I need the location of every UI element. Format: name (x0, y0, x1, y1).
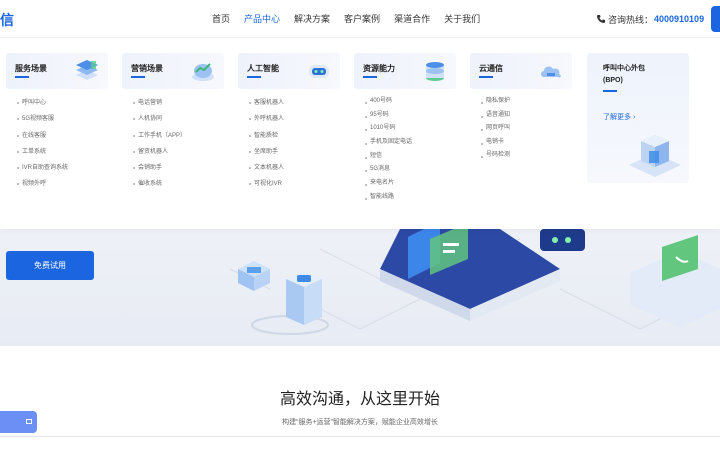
title-underline (603, 90, 617, 92)
database-icon (426, 62, 444, 81)
menu-item[interactable]: 号码检测 (470, 149, 572, 163)
menu-item[interactable]: 5G视频客服 (6, 111, 108, 127)
title-underline (15, 76, 29, 78)
title-underline (363, 76, 377, 78)
stacked-layers-icon (76, 60, 98, 80)
hotline: 咨询热线： 4000910109 (596, 0, 704, 38)
menu-column-ai: 人工智能 客服机器人 外呼机器人 智能质检 坐席助手 文本机器人 可视化IVR (238, 53, 340, 193)
title-underline (131, 76, 145, 78)
bpo-title-line2: (BPO) (603, 77, 623, 84)
menu-item[interactable]: 1010号码 (354, 122, 456, 136)
menu-item-list: 客服机器人 外呼机器人 智能质检 坐席助手 文本机器人 可视化IVR (238, 95, 340, 193)
hotline-number[interactable]: 4000910109 (654, 14, 704, 24)
chart-platform-icon (192, 63, 214, 81)
menu-item[interactable]: 语音通知 (470, 109, 572, 123)
menu-column-service: 服务场景 呼叫中心 5G视频客服 在线客服 工单系统 IVR自助查询系统 视频外… (6, 53, 108, 193)
menu-item[interactable]: 呼叫中心 (6, 95, 108, 111)
menu-column-header[interactable]: 服务场景 (6, 53, 108, 89)
menu-item[interactable]: 短信 (354, 150, 456, 164)
menu-item[interactable]: 人机协同 (122, 111, 224, 127)
menu-item[interactable]: 工作手机（APP） (122, 128, 224, 144)
page: 信 首页 产品中心 解决方案 客户案例 渠道合作 关于我们 咨询热线： 4000… (0, 0, 720, 450)
menu-item[interactable]: IVR自助查询系统 (6, 160, 108, 176)
chat-icon (26, 419, 32, 424)
menu-item[interactable]: 可视化IVR (238, 176, 340, 192)
menu-column-header[interactable]: 资源能力 (354, 53, 456, 89)
menu-item[interactable]: 在线客服 (6, 128, 108, 144)
menu-item[interactable]: 来电名片 (354, 177, 456, 191)
menu-item[interactable]: 智能质检 (238, 128, 340, 144)
cloud-icon (541, 66, 561, 78)
nav-partners[interactable]: 渠道合作 (394, 0, 430, 38)
hero-illustration (229, 229, 720, 335)
nav-about[interactable]: 关于我们 (444, 0, 480, 38)
menu-item[interactable]: 网页呼叫 (470, 122, 572, 136)
menu-column-marketing: 营销场景 电话营销 人机协同 工作手机（APP） 留资机器人 会销助手 催收系统 (122, 53, 224, 193)
menu-item[interactable]: 视频外呼 (6, 176, 108, 192)
menu-item-list: 隐私保护 语音通知 网页呼叫 电销卡 号码检测 (470, 95, 572, 163)
main-nav: 首页 产品中心 解决方案 客户案例 渠道合作 关于我们 (212, 0, 494, 38)
menu-item[interactable]: 400号码 (354, 95, 456, 109)
menu-column-title: 营销场景 (131, 64, 163, 73)
nav-products[interactable]: 产品中心 (244, 0, 280, 38)
menu-column-title: 服务场景 (15, 64, 47, 73)
menu-item[interactable]: 手机及固定电话 (354, 136, 456, 150)
menu-item[interactable]: 电话营销 (122, 95, 224, 111)
hotline-label: 咨询热线： (608, 14, 654, 25)
top-header: 信 首页 产品中心 解决方案 客户案例 渠道合作 关于我们 咨询热线： 4000… (0, 0, 720, 38)
menu-item[interactable]: 催收系统 (122, 176, 224, 192)
title-underline (247, 76, 261, 78)
bpo-title: 呼叫中心外包 (BPO) (603, 63, 645, 87)
robot-icon (309, 65, 329, 78)
menu-item[interactable]: 坐席助手 (238, 144, 340, 160)
menu-column-resources: 资源能力 400号码 95号码 1010号码 手机及固定电话 短信 5G消息 来… (354, 53, 456, 205)
bpo-card[interactable]: 呼叫中心外包 (BPO) 了解更多 › (587, 53, 689, 183)
menu-item[interactable]: 会销助手 (122, 160, 224, 176)
menu-item[interactable]: 5G消息 (354, 163, 456, 177)
logo[interactable]: 信 (0, 10, 15, 30)
chevron-right-icon: › (632, 114, 636, 121)
menu-column-header[interactable]: 人工智能 (238, 53, 340, 89)
nav-solutions[interactable]: 解决方案 (294, 0, 330, 38)
menu-item[interactable]: 文本机器人 (238, 160, 340, 176)
bpo-title-line1: 呼叫中心外包 (603, 65, 645, 72)
phone-icon (597, 15, 605, 23)
menu-item[interactable]: 智能线路 (354, 191, 456, 205)
menu-column-header[interactable]: 营销场景 (122, 53, 224, 89)
floating-contact-tab[interactable] (0, 411, 37, 433)
menu-item[interactable]: 电销卡 (470, 136, 572, 150)
menu-item[interactable]: 95号码 (354, 109, 456, 123)
divider (0, 436, 720, 437)
section-subtitle: 构建“服务+运营”智能解决方案，赋能企业高效增长 (282, 419, 438, 426)
menu-column-title: 资源能力 (363, 64, 395, 73)
menu-item-list: 400号码 95号码 1010号码 手机及固定电话 短信 5G消息 来电名片 智… (354, 95, 456, 205)
nav-home[interactable]: 首页 (212, 0, 230, 38)
product-mega-menu: 服务场景 呼叫中心 5G视频客服 在线客服 工单系统 IVR自助查询系统 视频外… (0, 39, 720, 229)
free-trial-button[interactable]: 免费试用 (6, 251, 94, 280)
bpo-learn-more-link[interactable]: 了解更多 › (603, 112, 635, 122)
title-underline (479, 76, 493, 78)
menu-column-header[interactable]: 云通信 (470, 53, 572, 89)
menu-item[interactable]: 外呼机器人 (238, 111, 340, 127)
menu-column-title: 云通信 (479, 64, 503, 73)
section-title: 高效沟通，从这里开始 (279, 391, 440, 408)
nav-cases[interactable]: 客户案例 (344, 0, 380, 38)
menu-item[interactable]: 客服机器人 (238, 95, 340, 111)
cube-platform-illustration (629, 135, 681, 177)
bpo-learn-more-label: 了解更多 (603, 114, 631, 121)
menu-item[interactable]: 工单系统 (6, 144, 108, 160)
menu-item-list: 电话营销 人机协同 工作手机（APP） 留资机器人 会销助手 催收系统 (122, 95, 224, 193)
menu-item-list: 呼叫中心 5G视频客服 在线客服 工单系统 IVR自助查询系统 视频外呼 (6, 95, 108, 193)
menu-column-cloud: 云通信 隐私保护 语音通知 网页呼叫 电销卡 号码检测 (470, 53, 572, 163)
header-action-button[interactable] (711, 6, 720, 32)
menu-item[interactable]: 隐私保护 (470, 95, 572, 109)
menu-item[interactable]: 留资机器人 (122, 144, 224, 160)
hero-banner: 免费试用 (0, 229, 720, 346)
menu-column-title: 人工智能 (247, 64, 279, 73)
